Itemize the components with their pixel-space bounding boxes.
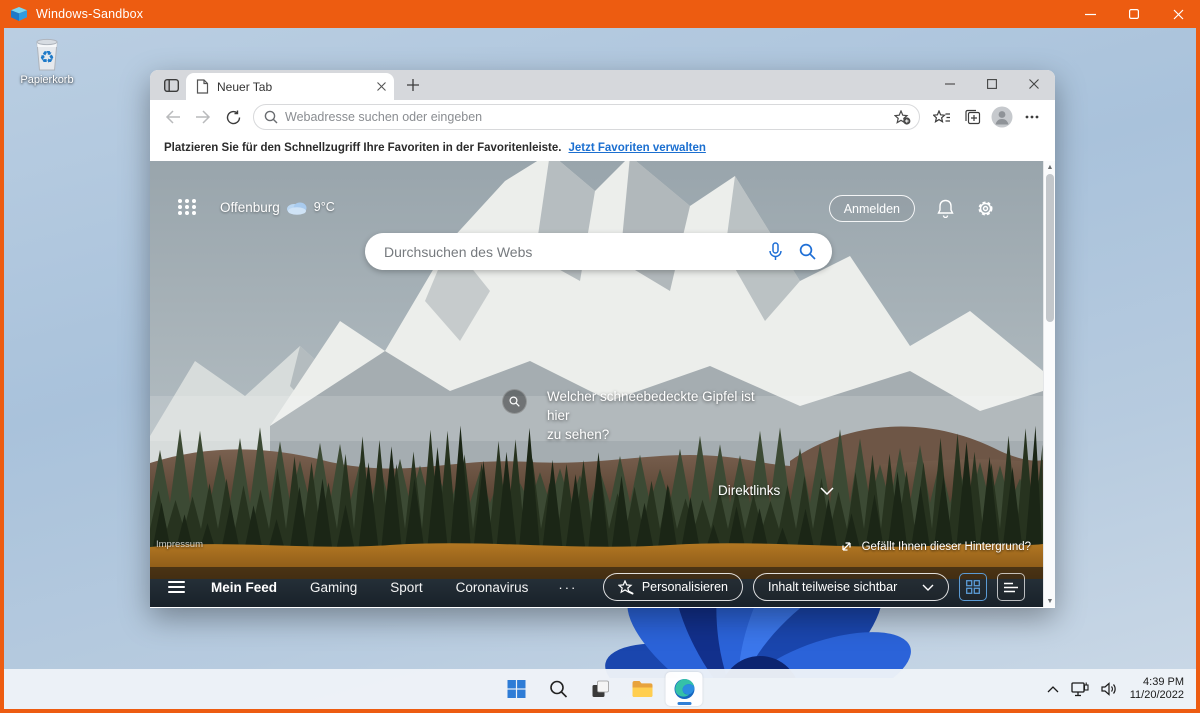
network-ethernet-icon[interactable] (1071, 682, 1089, 697)
feed-more-button[interactable]: ··· (558, 580, 577, 595)
weather-widget[interactable]: Offenburg 9°C (220, 199, 335, 215)
background-quiz-link[interactable]: Welcher schneebedeckte Gipfel ist hier z… (502, 387, 769, 444)
windows-sandbox-icon (11, 7, 27, 21)
sandbox-titlebar: Windows-Sandbox (0, 0, 1200, 28)
address-input[interactable] (285, 110, 887, 124)
impressum-link[interactable]: Impressum (156, 539, 203, 550)
page-scrollbar[interactable]: ▲ ▼ (1043, 161, 1055, 607)
sandbox-close-button[interactable] (1156, 0, 1200, 28)
tab-actions-menu-button[interactable] (158, 74, 184, 96)
clock-time: 4:39 PM (1130, 676, 1184, 690)
file-explorer-button[interactable] (624, 672, 661, 706)
windows-start-icon (506, 679, 526, 699)
address-bar[interactable] (253, 104, 920, 130)
manage-favorites-link[interactable]: Jetzt Favoriten verwalten (568, 142, 705, 154)
feed-list-layout-button[interactable] (997, 573, 1025, 601)
favorites-button[interactable] (928, 104, 956, 130)
recycle-bin-label: Papierkorb (12, 74, 82, 86)
tab-neuer-tab[interactable]: Neuer Tab (186, 73, 394, 100)
volume-icon[interactable] (1101, 682, 1118, 696)
taskbar: 4:39 PM 11/20/2022 (4, 669, 1196, 709)
chevron-down-icon (820, 487, 834, 495)
weather-location: Offenburg (220, 200, 280, 215)
file-explorer-icon (631, 680, 653, 698)
profile-avatar[interactable] (988, 104, 1016, 130)
new-tab-page: Offenburg 9°C Anmelden (150, 161, 1055, 607)
search-icon (549, 680, 567, 698)
edge-close-button[interactable] (1013, 70, 1055, 98)
feed-tab-mein-feed[interactable]: Mein Feed (211, 580, 277, 595)
favorites-bar: Platzieren Sie für den Schnellzugriff Ih… (150, 134, 1055, 161)
search-submit-icon[interactable] (799, 243, 816, 260)
tab-close-icon[interactable] (377, 82, 386, 91)
collections-button[interactable] (958, 104, 986, 130)
edge-minimize-button[interactable] (929, 70, 971, 98)
feed-tab-gaming[interactable]: Gaming (310, 580, 357, 595)
start-button[interactable] (498, 672, 535, 706)
notifications-bell-icon[interactable] (937, 199, 954, 218)
tab-title: Neuer Tab (217, 80, 369, 94)
edge-toolbar (150, 100, 1055, 134)
sandbox-desktop: ♻ Papierkorb Neuer Tab (4, 28, 1196, 709)
add-favorite-icon[interactable] (894, 110, 911, 125)
sign-in-button[interactable]: Anmelden (829, 195, 915, 222)
scrollbar-thumb[interactable] (1046, 174, 1054, 322)
feed-menu-icon[interactable] (168, 581, 185, 593)
background-feedback-label: Gefällt Ihnen dieser Hintergrund? (862, 541, 1031, 553)
edge-icon (673, 678, 695, 700)
search-icon (264, 110, 278, 124)
settings-more-button[interactable] (1018, 104, 1046, 130)
ntp-search-input[interactable] (384, 244, 752, 260)
quick-links-toggle[interactable]: Direktlinks (718, 483, 834, 498)
feed-grid-layout-button[interactable] (959, 573, 987, 601)
forward-button[interactable] (189, 104, 217, 130)
new-tab-button[interactable] (400, 74, 426, 96)
voice-search-mic-icon[interactable] (768, 242, 783, 262)
personalize-star-icon (618, 580, 634, 595)
background-feedback-link[interactable]: Gefällt Ihnen dieser Hintergrund? (840, 540, 1031, 553)
refresh-button[interactable] (219, 104, 247, 130)
task-view-icon (590, 679, 610, 699)
feed-tab-coronavirus[interactable]: Coronavirus (456, 580, 529, 595)
grid-layout-icon (966, 580, 980, 594)
quiz-question-text: Welcher schneebedeckte Gipfel ist hier z… (547, 387, 769, 444)
page-settings-gear-icon[interactable] (976, 199, 995, 218)
sandbox-minimize-button[interactable] (1068, 0, 1112, 28)
taskbar-search-button[interactable] (540, 672, 577, 706)
quick-links-label: Direktlinks (718, 483, 780, 498)
sandbox-window-title: Windows-Sandbox (36, 7, 143, 21)
list-layout-icon (1004, 582, 1018, 593)
page-icon (196, 79, 209, 94)
personalize-button[interactable]: Personalisieren (603, 573, 743, 601)
svg-text:♻: ♻ (39, 48, 54, 68)
apps-launcher-button[interactable] (178, 199, 197, 215)
weather-temperature: 9°C (314, 200, 335, 214)
ntp-search-box[interactable] (365, 233, 832, 270)
feed-bar: Mein Feed Gaming Sport Coronavirus ··· P… (150, 567, 1043, 607)
edge-tabstrip: Neuer Tab (150, 70, 1055, 100)
recycle-bin-shortcut[interactable]: ♻ Papierkorb (12, 36, 82, 86)
quiz-search-icon (502, 389, 527, 414)
content-visibility-label: Inhalt teilweise sichtbar (768, 580, 897, 594)
recycle-bin-icon: ♻ (30, 36, 64, 72)
chevron-down-icon (922, 584, 934, 591)
favorites-notice-text: Platzieren Sie für den Schnellzugriff Ih… (164, 142, 561, 154)
tray-chevron-up-icon[interactable] (1047, 686, 1059, 693)
personalize-label: Personalisieren (642, 580, 728, 594)
feed-tab-sport[interactable]: Sport (390, 580, 422, 595)
scrollbar-up-arrow[interactable]: ▲ (1044, 161, 1055, 173)
expand-diagonal-icon (840, 540, 853, 553)
edge-maximize-button[interactable] (971, 70, 1013, 98)
task-view-button[interactable] (582, 672, 619, 706)
cloud-icon (285, 199, 309, 215)
scrollbar-down-arrow[interactable]: ▼ (1044, 595, 1055, 607)
back-button[interactable] (159, 104, 187, 130)
edge-browser-window: Neuer Tab (150, 70, 1055, 608)
taskbar-clock[interactable]: 4:39 PM 11/20/2022 (1130, 676, 1190, 703)
content-visibility-dropdown[interactable]: Inhalt teilweise sichtbar (753, 573, 949, 601)
clock-date: 11/20/2022 (1130, 689, 1184, 703)
sandbox-maximize-button[interactable] (1112, 0, 1156, 28)
edge-taskbar-button[interactable] (666, 672, 703, 706)
